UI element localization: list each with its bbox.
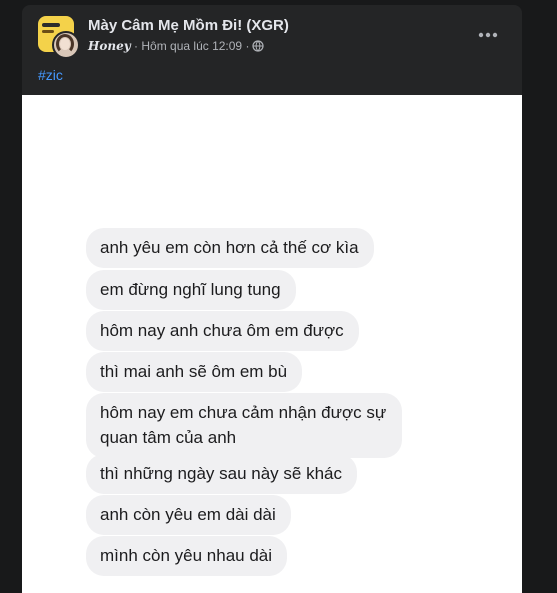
facebook-post-card: Mày Câm Mẹ Mồm Đi! (XGR) 𝑯𝒐𝒏𝒆𝒚 · Hôm qua… <box>22 5 522 593</box>
author-avatar[interactable] <box>52 31 80 59</box>
chat-bubble: thì những ngày sau này sẽ khác <box>86 454 357 494</box>
more-options-icon <box>478 32 498 38</box>
meta-separator: · <box>134 39 139 53</box>
author-name-link[interactable]: 𝑯𝒐𝒏𝒆𝒚 <box>88 39 131 53</box>
chat-bubble: anh còn yêu em dài dài <box>86 495 291 535</box>
chat-bubble: thì mai anh sẽ ôm em bù <box>86 352 303 392</box>
chat-bubble: hôm nay anh chưa ôm em được <box>86 311 359 351</box>
post-meta: 𝑯𝒐𝒏𝒆𝒚 · Hôm qua lúc 12:09 · <box>88 39 265 53</box>
chat-bubble: em đừng nghĩ lung tung <box>86 270 296 310</box>
chat-bubble: anh yêu em còn hơn cả thế cơ kìa <box>86 228 374 268</box>
post-header: Mày Câm Mẹ Mồm Đi! (XGR) 𝑯𝒐𝒏𝒆𝒚 · Hôm qua… <box>22 5 522 65</box>
hashtag-link[interactable]: #zic <box>38 67 63 83</box>
group-name-link[interactable]: Mày Câm Mẹ Mồm Đi! (XGR) <box>88 17 289 34</box>
chat-bubble: hôm nay em chưa cảm nhận được sự quan tâ… <box>86 393 402 458</box>
more-options-button[interactable] <box>472 19 504 51</box>
post-image[interactable]: anh yêu em còn hơn cả thế cơ kìa em đừng… <box>22 95 522 593</box>
globe-icon <box>252 40 265 52</box>
meta-separator-2: · <box>245 39 250 53</box>
chat-bubble: mình còn yêu nhau dài <box>86 536 288 576</box>
post-timestamp-link[interactable]: Hôm qua lúc 12:09 <box>141 39 242 53</box>
